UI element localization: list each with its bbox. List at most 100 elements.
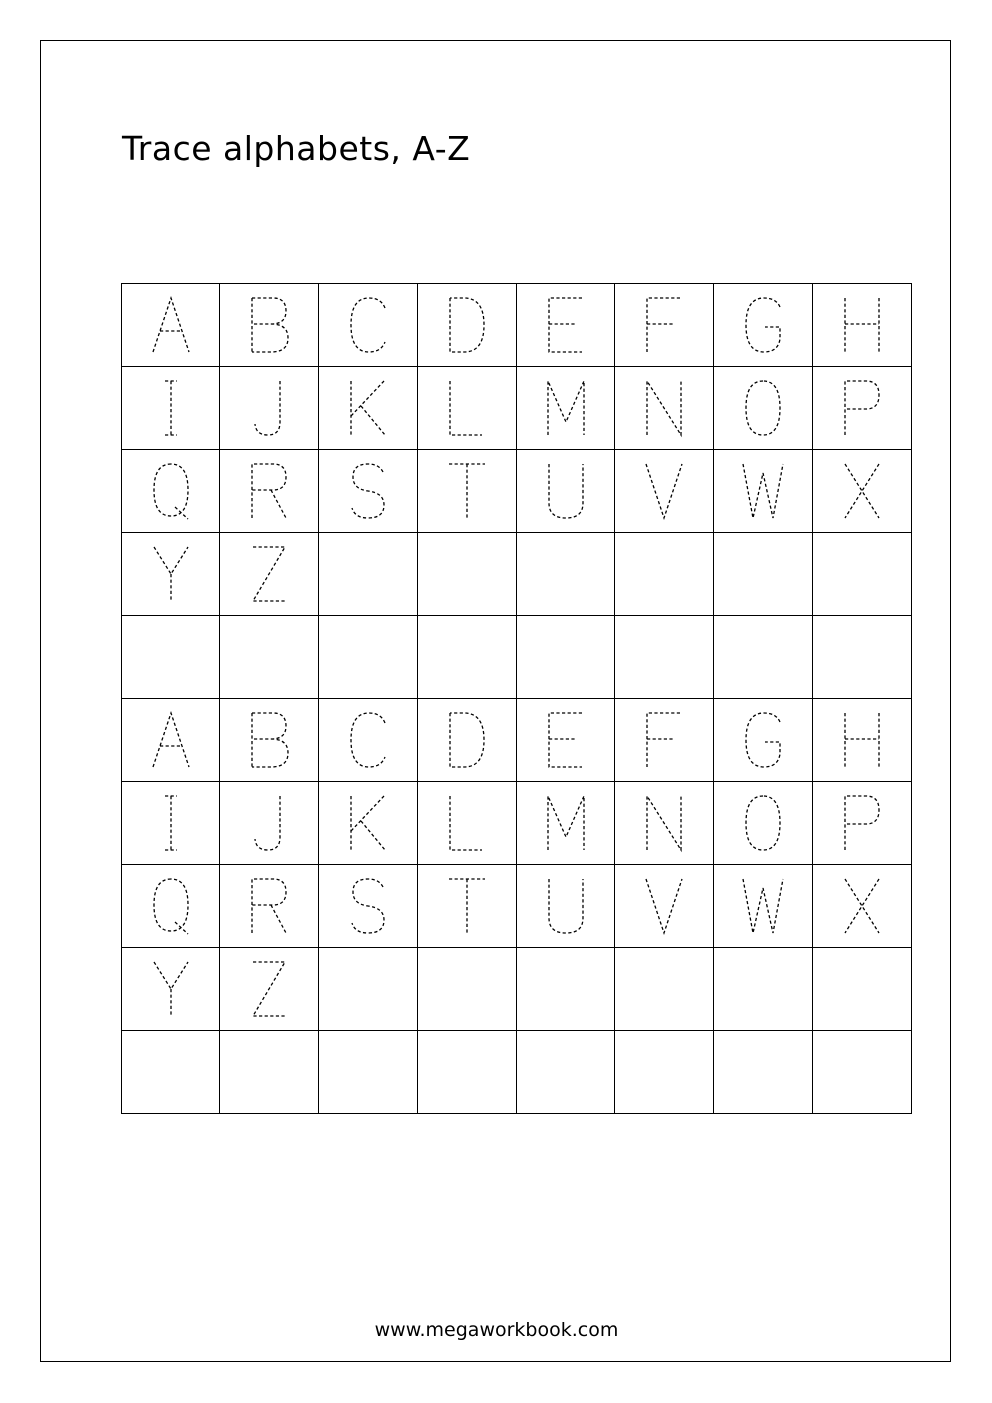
dotted-letter-x — [844, 463, 880, 519]
trace-cell-m: M — [517, 367, 615, 450]
dotted-letter-a — [151, 710, 190, 768]
trace-cell-t: T — [418, 450, 517, 533]
blank-cell — [813, 616, 912, 699]
dotted-letter-g — [745, 712, 781, 768]
blank-cell — [517, 1031, 615, 1114]
dotted-letter-s — [351, 463, 385, 519]
trace-cell-z: Z — [220, 533, 319, 616]
trace-cell-w: W — [714, 865, 813, 948]
trace-cell-r: R — [220, 450, 319, 533]
dotted-letter-p — [844, 380, 880, 435]
trace-cell-o: O — [714, 367, 813, 450]
trace-cell-s: S — [319, 450, 418, 533]
trace-cell-e: E — [517, 284, 615, 367]
trace-cell-l: L — [418, 367, 517, 450]
dotted-letter-k — [350, 380, 386, 436]
dotted-letter-h — [844, 713, 880, 767]
blank-cell — [517, 948, 615, 1031]
dotted-letter-b — [251, 712, 289, 768]
trace-cell-n: N — [615, 367, 714, 450]
blank-cell — [122, 1031, 220, 1114]
dotted-letter-y — [152, 961, 189, 1016]
blank-cell — [418, 616, 517, 699]
dotted-letter-t — [449, 878, 485, 933]
trace-cell-c: C — [319, 699, 418, 782]
trace-cell-e: E — [517, 699, 615, 782]
blank-cell — [615, 616, 714, 699]
dotted-letter-l — [449, 796, 482, 851]
trace-cell-b: B — [220, 699, 319, 782]
trace-cell-g: G — [714, 284, 813, 367]
dotted-letter-k — [350, 795, 386, 851]
trace-cell-u: U — [517, 450, 615, 533]
blank-cell — [813, 533, 912, 616]
dotted-letter-j — [254, 381, 281, 436]
trace-cell-f: F — [615, 284, 714, 367]
dotted-letter-x — [844, 878, 880, 934]
trace-cell-b: B — [220, 284, 319, 367]
dotted-letter-y — [152, 546, 189, 601]
blank-cell — [813, 1031, 912, 1114]
dotted-letter-w — [742, 878, 784, 934]
dotted-letter-t — [449, 463, 485, 518]
dotted-letter-d — [449, 712, 485, 768]
trace-cell-y: Y — [122, 533, 220, 616]
dotted-letter-z — [251, 961, 287, 1017]
dotted-letter-c — [350, 712, 386, 768]
dotted-letter-s — [351, 878, 385, 934]
dotted-letter-o — [745, 795, 781, 851]
trace-cell-h: H — [813, 284, 912, 367]
blank-cell — [220, 616, 319, 699]
trace-cell-i: I — [122, 782, 220, 865]
dotted-letter-r — [251, 878, 287, 934]
blank-cell — [714, 1031, 813, 1114]
trace-cell-q: Q — [122, 450, 220, 533]
dotted-letter-m — [546, 795, 585, 850]
trace-cell-g: G — [714, 699, 813, 782]
trace-cell-d: D — [418, 284, 517, 367]
trace-cell-s: S — [319, 865, 418, 948]
dotted-letter-m — [546, 380, 585, 435]
dotted-letter-i — [164, 795, 177, 851]
trace-cell-v: V — [615, 865, 714, 948]
trace-cell-d: D — [418, 699, 517, 782]
trace-cell-p: P — [813, 367, 912, 450]
trace-cell-a: A — [122, 284, 220, 367]
dotted-letter-n — [646, 793, 682, 853]
dotted-letter-a — [151, 295, 190, 353]
dotted-letter-i — [164, 380, 177, 436]
worksheet-page: Trace alphabets, A-Z ABCDEFGHIJKLMNOPQRS… — [40, 40, 951, 1362]
trace-cell-a: A — [122, 699, 220, 782]
blank-cell — [319, 1031, 418, 1114]
dotted-letter-d — [449, 297, 485, 353]
trace-cell-t: T — [418, 865, 517, 948]
dotted-letter-c — [350, 297, 386, 353]
trace-cell-j: J — [220, 782, 319, 865]
dotted-letter-h — [844, 298, 880, 352]
trace-cell-m: M — [517, 782, 615, 865]
blank-cell — [319, 616, 418, 699]
dotted-letter-r — [251, 463, 287, 519]
blank-cell — [615, 948, 714, 1031]
blank-cell — [714, 948, 813, 1031]
blank-cell — [813, 948, 912, 1031]
dotted-letter-q — [152, 878, 189, 935]
trace-cell-v: V — [615, 450, 714, 533]
dotted-letter-l — [449, 381, 482, 436]
dotted-letter-v — [645, 878, 683, 936]
trace-cell-f: F — [615, 699, 714, 782]
dotted-letter-z — [251, 546, 287, 602]
blank-cell — [615, 1031, 714, 1114]
trace-cell-p: P — [813, 782, 912, 865]
dotted-letter-o — [745, 380, 781, 436]
dotted-letter-j — [254, 796, 281, 851]
blank-cell — [319, 948, 418, 1031]
dotted-letter-e — [547, 297, 582, 353]
trace-cell-l: L — [418, 782, 517, 865]
blank-cell — [615, 533, 714, 616]
trace-cell-k: K — [319, 782, 418, 865]
trace-cell-i: I — [122, 367, 220, 450]
dotted-letter-b — [251, 297, 289, 353]
dotted-letter-q — [152, 463, 189, 520]
trace-cell-x: X — [813, 865, 912, 948]
